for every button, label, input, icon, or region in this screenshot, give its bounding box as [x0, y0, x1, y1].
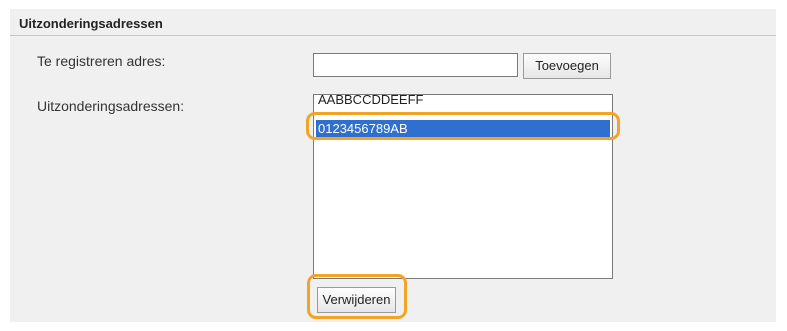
section-header: Uitzonderingsadressen: [10, 9, 776, 36]
section-title: Uitzonderingsadressen: [19, 16, 163, 31]
exception-addresses-label: Uitzonderingsadressen:: [37, 98, 185, 114]
register-address-label: Te registreren adres:: [37, 53, 166, 69]
list-item-selected[interactable]: 0123456789AB: [316, 120, 610, 137]
list-item[interactable]: AABBCCDDEEFF: [316, 95, 610, 108]
register-address-input[interactable]: [313, 53, 518, 77]
delete-button[interactable]: Verwijderen: [317, 287, 396, 313]
add-button[interactable]: Toevoegen: [523, 53, 611, 79]
exception-addresses-listbox[interactable]: AABBCCDDEEFF 0123456789AB: [313, 94, 613, 279]
exception-addresses-panel: Uitzonderingsadressen Te registreren adr…: [10, 9, 776, 322]
